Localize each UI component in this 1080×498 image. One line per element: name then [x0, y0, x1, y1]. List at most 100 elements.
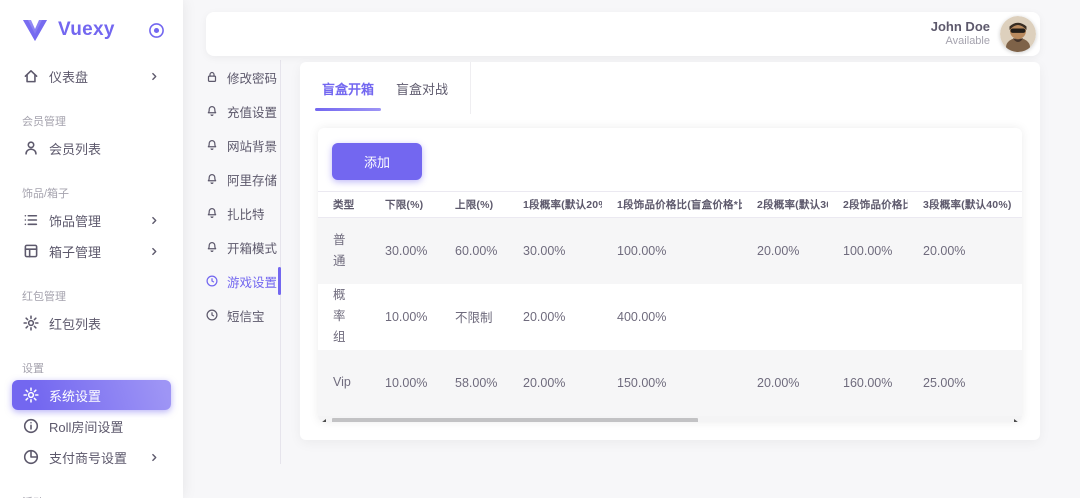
- tab-divider: [470, 62, 471, 114]
- sidebar-item-label: 支付商号设置: [49, 448, 148, 467]
- sidebar-section-label: 红包管理: [22, 288, 169, 301]
- submenu-item-label: 短信宝: [227, 306, 265, 325]
- layout-icon: [22, 242, 40, 260]
- user-icon: [22, 139, 40, 157]
- radio-circle-icon[interactable]: [148, 22, 165, 39]
- horizontal-scrollbar[interactable]: [318, 416, 1022, 423]
- submenu-item-label: 充值设置: [227, 102, 277, 121]
- column-header: 2段饰品价格比: [828, 192, 908, 218]
- value-cell: 30.00%: [508, 218, 602, 284]
- submenu-item-label: 网站背景: [227, 136, 277, 155]
- column-header: 上限(%): [440, 192, 508, 218]
- value-cell: 400.00%: [602, 284, 742, 350]
- user-status: Available: [931, 35, 990, 49]
- user-avatar[interactable]: [1000, 16, 1036, 52]
- table-header-row: 类型下限(%)上限(%)1段概率(默认20%)1段饰品价格比(盲盒价格*比例) 2…: [318, 192, 1022, 218]
- sidebar-section-label: 活动: [22, 494, 169, 498]
- sidebar-item[interactable]: 红包列表: [12, 308, 171, 338]
- submenu-item[interactable]: 游戏设置: [205, 264, 280, 298]
- sidebar-item[interactable]: 饰品管理: [12, 205, 171, 235]
- sidebar-item-label: 系统设置: [49, 386, 161, 405]
- list-icon: [22, 211, 40, 229]
- submenu-item[interactable]: 阿里存储: [205, 162, 280, 196]
- sidebar-item[interactable]: 支付商号设置: [12, 442, 171, 472]
- chevron-right-icon: [148, 70, 161, 83]
- clock-icon: [205, 274, 219, 288]
- home-icon: [22, 67, 40, 85]
- sidebar-item[interactable]: 仪表盘: [12, 61, 171, 91]
- submenu-item[interactable]: 修改密码: [205, 60, 280, 94]
- probability-table: 类型下限(%)上限(%)1段概率(默认20%)1段饰品价格比(盲盒价格*比例)2…: [318, 191, 1022, 416]
- chevron-right-icon: [148, 451, 161, 464]
- top-header: John Doe Available: [206, 12, 1040, 56]
- column-header: 类型: [318, 192, 370, 218]
- avatar-image: [1000, 16, 1036, 52]
- table-row: 普通30.00%60.00%30.00%100.00%20.00%100.00%…: [318, 218, 1022, 284]
- info-icon: [22, 417, 40, 435]
- sidebar-item-label: 箱子管理: [49, 242, 148, 261]
- scroll-left-arrow-icon[interactable]: [318, 416, 331, 423]
- sidebar-item-label: 仪表盘: [49, 67, 148, 86]
- value-cell: 30.00%: [370, 218, 440, 284]
- gear-icon: [22, 386, 40, 404]
- clock-icon: [205, 308, 219, 322]
- sidebar-item-label: Roll房间设置: [49, 417, 161, 436]
- sidebar-item[interactable]: Roll房间设置: [12, 411, 171, 441]
- chevron-right-icon: [148, 214, 161, 227]
- add-button[interactable]: 添加: [332, 143, 422, 180]
- vuexy-logo-icon: [22, 18, 48, 42]
- gear-icon: [22, 314, 40, 332]
- value-cell: [828, 284, 908, 350]
- value-cell: [908, 284, 1022, 350]
- value-cell: 20.00%: [508, 350, 602, 416]
- value-cell: 20.00%: [908, 218, 1022, 284]
- table-row: Vip10.00%58.00%20.00%150.00%20.00%160.00…: [318, 350, 1022, 416]
- app-sidebar: Vuexy 仪表盘会员管理会员列表饰品/箱子饰品管理箱子管理红包管理红包列表设置…: [0, 0, 183, 498]
- submenu-item[interactable]: 短信宝: [205, 298, 280, 332]
- value-cell: 160.00%: [828, 350, 908, 416]
- value-cell: 100.00%: [602, 218, 742, 284]
- value-cell: 150.00%: [602, 350, 742, 416]
- value-cell: 20.00%: [742, 350, 828, 416]
- submenu-item-label: 阿里存储: [227, 170, 277, 189]
- sidebar-item[interactable]: 箱子管理: [12, 236, 171, 266]
- value-cell: 20.00%: [508, 284, 602, 350]
- value-cell: 100.00%: [828, 218, 908, 284]
- tab-blindbox-battle[interactable]: 盲盒对战: [396, 62, 448, 114]
- sidebar-item[interactable]: 系统设置: [12, 380, 171, 410]
- sidebar-item-label: 红包列表: [49, 314, 161, 333]
- value-cell: 20.00%: [742, 218, 828, 284]
- scroll-right-arrow-icon[interactable]: [1009, 416, 1022, 423]
- tab-label: 盲盒对战: [396, 79, 448, 98]
- tab-label: 盲盒开箱: [322, 79, 374, 98]
- value-cell: 25.00%: [908, 350, 1022, 416]
- bell-icon: [205, 172, 219, 186]
- column-header: 1段概率(默认20%): [508, 192, 602, 218]
- type-cell: Vip: [318, 350, 370, 416]
- user-meta: John Doe Available: [931, 19, 990, 49]
- bell-icon: [205, 240, 219, 254]
- submenu-item-label: 开箱模式: [227, 238, 277, 257]
- value-cell: 60.00%: [440, 218, 508, 284]
- column-header: 下限(%): [370, 192, 440, 218]
- submenu-item[interactable]: 扎比特: [205, 196, 280, 230]
- submenu-item[interactable]: 开箱模式: [205, 230, 280, 264]
- submenu-item-label: 游戏设置: [227, 272, 277, 291]
- scrollbar-thumb[interactable]: [332, 418, 698, 423]
- table-row: 概率组10.00%不限制20.00%400.00%: [318, 284, 1022, 350]
- type-cell: 概率组: [318, 284, 370, 350]
- bell-icon: [205, 138, 219, 152]
- table-body: 普通30.00%60.00%30.00%100.00%20.00%100.00%…: [318, 218, 1022, 416]
- column-header: 1段饰品价格比(盲盒价格*比例): [602, 192, 742, 218]
- value-cell: 58.00%: [440, 350, 508, 416]
- submenu-item[interactable]: 充值设置: [205, 94, 280, 128]
- submenu-item[interactable]: 网站背景: [205, 128, 280, 162]
- submenu-item-label: 修改密码: [227, 68, 277, 87]
- brand-header: Vuexy: [0, 0, 183, 52]
- value-cell: 10.00%: [370, 284, 440, 350]
- value-cell: [742, 284, 828, 350]
- tab-blindbox-open[interactable]: 盲盒开箱: [322, 62, 374, 114]
- lock-icon: [205, 70, 219, 84]
- sidebar-item[interactable]: 会员列表: [12, 133, 171, 163]
- tab-bar: 盲盒开箱 盲盒对战: [300, 62, 1040, 114]
